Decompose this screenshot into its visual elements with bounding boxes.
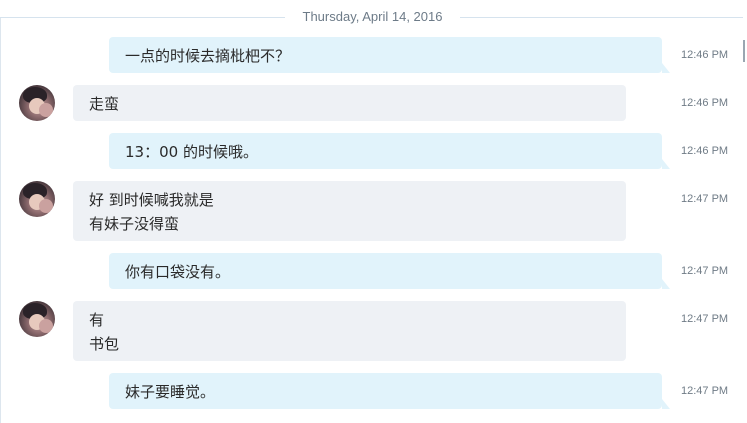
message-text: 13：00 的时候哦。	[125, 143, 258, 161]
message-text: 书包	[89, 335, 120, 353]
avatar-flower	[39, 103, 53, 117]
message-timestamp: 12:47 PM	[681, 313, 729, 325]
bubble-tail	[662, 279, 670, 289]
avatar-flower	[39, 319, 53, 333]
message-timestamp: 12:46 PM	[681, 97, 729, 109]
scrollbar-thumb[interactable]	[743, 40, 745, 62]
date-separator: Thursday, April 14, 2016	[0, 0, 747, 34]
pane-border	[0, 18, 1, 423]
contact-avatar[interactable]	[19, 301, 55, 337]
message-bubble-outgoing[interactable]: 一点的时候去摘枇杷不？	[109, 37, 670, 73]
message-timestamp: 12:46 PM	[681, 49, 729, 61]
bubble-tail	[662, 399, 670, 409]
message-bubble-outgoing[interactable]: 妹子要睡觉。	[109, 373, 670, 409]
message-timestamp: 12:46 PM	[681, 145, 729, 157]
message-bubble-outgoing[interactable]: 13：00 的时候哦。	[109, 133, 670, 169]
message-text: 一点的时候去摘枇杷不？	[125, 47, 291, 65]
message-text: 有	[89, 311, 105, 329]
message-bubble-incoming[interactable]: 好 到时候喊我就是 有妹子没得蛮	[73, 181, 626, 241]
contact-avatar[interactable]	[19, 181, 55, 217]
avatar-flower	[39, 199, 53, 213]
separator-line-left	[0, 17, 285, 18]
message-text: 妹子要睡觉。	[125, 383, 216, 401]
message-bubble-outgoing[interactable]: 你有口袋没有。	[109, 253, 670, 289]
separator-line-right	[460, 17, 743, 18]
date-separator-label: Thursday, April 14, 2016	[302, 9, 443, 24]
message-text: 有妹子没得蛮	[89, 215, 180, 233]
message-bubble-incoming[interactable]: 走蛮	[73, 85, 626, 121]
message-text: 走蛮	[89, 95, 120, 113]
message-timestamp: 12:47 PM	[681, 265, 729, 277]
message-text: 你有口袋没有。	[125, 263, 231, 281]
message-text: 好 到时候喊我就是	[89, 191, 214, 209]
bubble-tail	[662, 63, 670, 73]
message-timestamp: 12:47 PM	[681, 193, 729, 205]
message-bubble-incoming[interactable]: 有 书包	[73, 301, 626, 361]
contact-avatar[interactable]	[19, 85, 55, 121]
message-timestamp: 12:47 PM	[681, 385, 729, 397]
bubble-tail	[662, 159, 670, 169]
